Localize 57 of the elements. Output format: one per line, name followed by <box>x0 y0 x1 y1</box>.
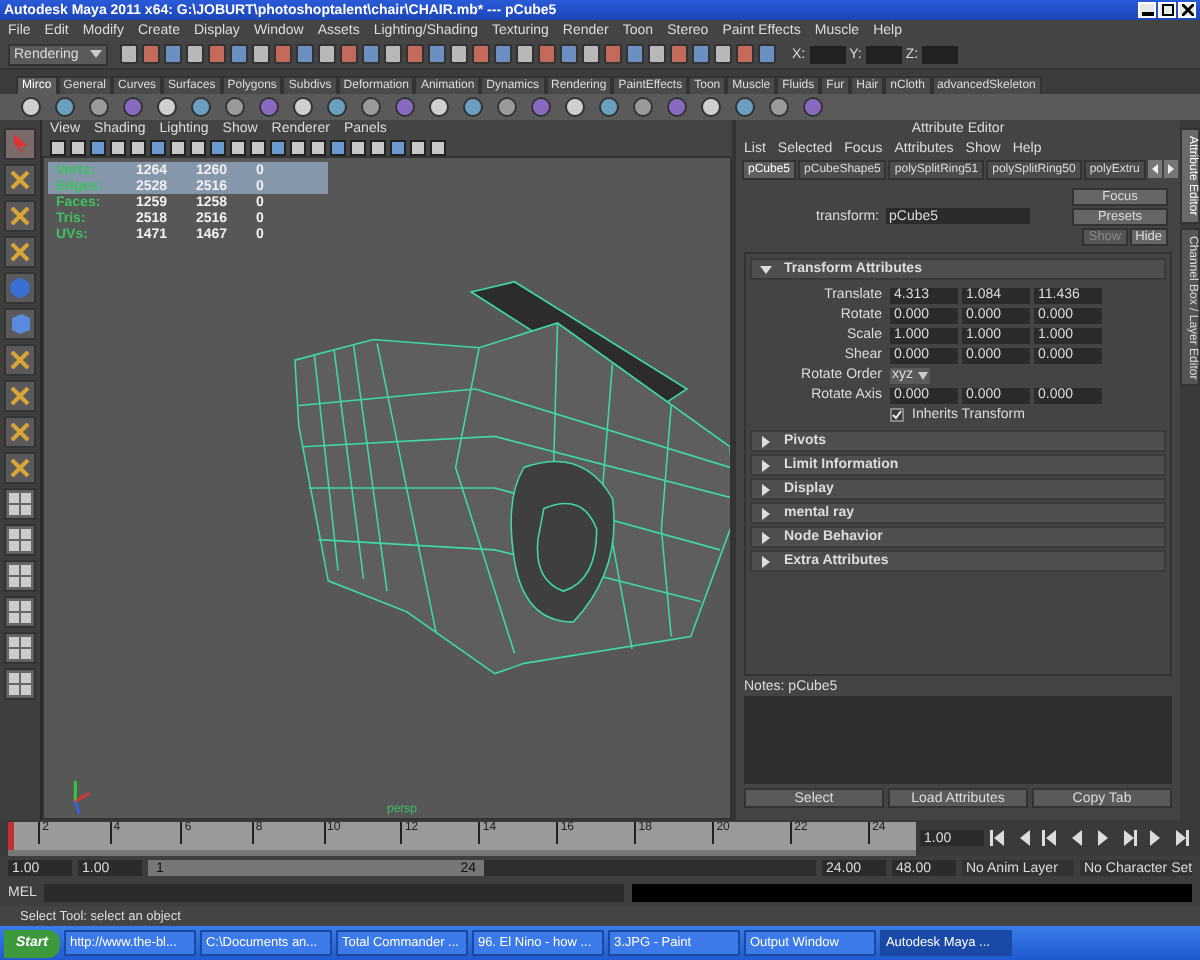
close-icon <box>1181 4 1193 16</box>
tool-icon[interactable] <box>4 452 36 484</box>
current-frame-marker[interactable] <box>8 821 14 849</box>
shelf-tool-icon[interactable] <box>326 96 348 118</box>
coordinate-field[interactable] <box>809 45 846 63</box>
shelf-tool-icon[interactable] <box>360 96 382 118</box>
shelf-tool-icon[interactable] <box>768 96 790 118</box>
tool-icon[interactable] <box>4 164 36 196</box>
play-back-icon[interactable] <box>1068 830 1086 846</box>
shelf-tool-icon[interactable] <box>632 96 654 118</box>
shelf-tool-icon[interactable] <box>700 96 722 118</box>
caret-icon <box>90 49 102 59</box>
play-icon[interactable] <box>1094 830 1112 846</box>
layout-icon[interactable] <box>4 488 36 520</box>
layout-icon[interactable] <box>4 560 36 592</box>
shelf-tool-icon[interactable] <box>88 96 110 118</box>
shelf-tool-icon[interactable] <box>428 96 450 118</box>
key-fwd-icon[interactable] <box>1120 830 1138 846</box>
shelf-tool-icon[interactable] <box>496 96 518 118</box>
scroll-left-icon[interactable] <box>1147 160 1162 178</box>
shelf-tool-icon[interactable] <box>20 96 42 118</box>
shelf-tool-icon[interactable] <box>598 96 620 118</box>
checkbox[interactable] <box>890 408 904 422</box>
step-back-icon[interactable] <box>1016 830 1034 846</box>
tool-icon[interactable] <box>4 200 36 232</box>
layout-icon[interactable] <box>4 632 36 664</box>
shelf-tool-icon[interactable] <box>190 96 212 118</box>
minimize-button[interactable] <box>1138 2 1156 18</box>
shelf-tool-icon[interactable] <box>54 96 76 118</box>
step-fwd-icon[interactable] <box>1146 830 1164 846</box>
close-button[interactable] <box>1178 2 1196 18</box>
skip-end-icon[interactable] <box>1172 830 1190 846</box>
shelf-tool-icon[interactable] <box>224 96 246 118</box>
key-back-icon[interactable] <box>1042 830 1060 846</box>
maximize-button[interactable] <box>1158 2 1176 18</box>
axis-gizmo-icon <box>73 780 90 815</box>
layout-icon[interactable] <box>4 524 36 556</box>
expand-triangle-icon <box>760 263 772 275</box>
shelf-tool-icon[interactable] <box>156 96 178 118</box>
scroll-right-icon[interactable] <box>1163 160 1178 178</box>
tool-icon[interactable] <box>4 236 36 268</box>
tool-icon[interactable] <box>4 380 36 412</box>
tool-icon[interactable] <box>4 416 36 448</box>
coordinate-field[interactable] <box>922 45 959 63</box>
shelf-tool-icon[interactable] <box>292 96 314 118</box>
layout-icon[interactable] <box>4 668 36 700</box>
skip-start-icon[interactable] <box>990 830 1008 846</box>
coordinate-field[interactable] <box>865 45 902 63</box>
shelf-tool-icon[interactable] <box>734 96 756 118</box>
caret-icon <box>918 371 928 379</box>
layout-icon[interactable] <box>4 596 36 628</box>
shelf-tool-icon[interactable] <box>462 96 484 118</box>
cube-icon[interactable] <box>4 308 36 340</box>
maximize-icon <box>1161 4 1173 16</box>
tool-icon[interactable] <box>4 344 36 376</box>
shelf-tool-icon[interactable] <box>564 96 586 118</box>
sphere-icon[interactable] <box>4 272 36 304</box>
